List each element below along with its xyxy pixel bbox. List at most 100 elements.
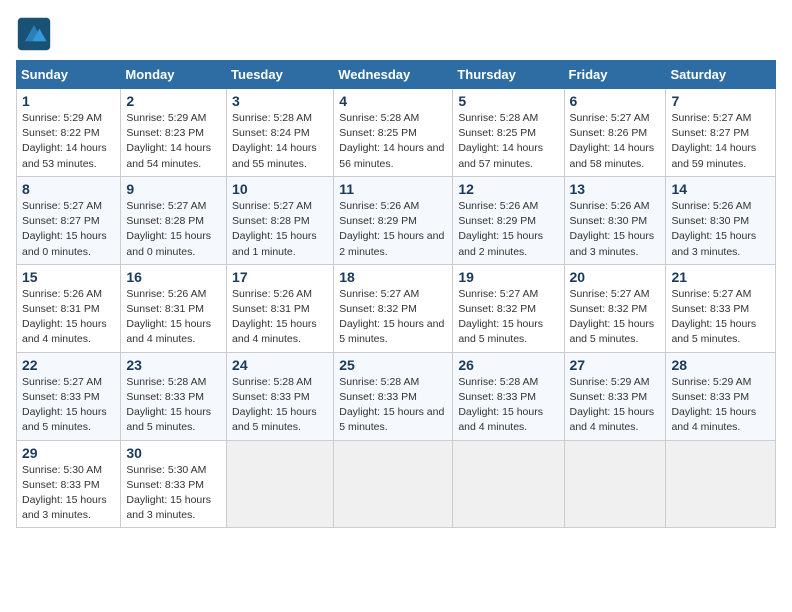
day-cell-6: 6 Sunrise: 5:27 AM Sunset: 8:26 PM Dayli…: [564, 89, 666, 177]
day-info: Sunrise: 5:26 AM Sunset: 8:30 PM Dayligh…: [570, 199, 661, 260]
day-number: 2: [126, 93, 221, 109]
day-number: 6: [570, 93, 661, 109]
day-info: Sunrise: 5:26 AM Sunset: 8:31 PM Dayligh…: [126, 287, 221, 348]
day-cell-30: 30 Sunrise: 5:30 AM Sunset: 8:33 PM Dayl…: [121, 440, 227, 528]
day-cell-11: 11 Sunrise: 5:26 AM Sunset: 8:29 PM Dayl…: [334, 176, 453, 264]
page-header: [16, 16, 776, 52]
day-cell-7: 7 Sunrise: 5:27 AM Sunset: 8:27 PM Dayli…: [666, 89, 776, 177]
day-info: Sunrise: 5:28 AM Sunset: 8:33 PM Dayligh…: [339, 375, 447, 436]
day-info: Sunrise: 5:26 AM Sunset: 8:31 PM Dayligh…: [22, 287, 115, 348]
day-info: Sunrise: 5:28 AM Sunset: 8:33 PM Dayligh…: [232, 375, 328, 436]
day-info: Sunrise: 5:26 AM Sunset: 8:30 PM Dayligh…: [671, 199, 770, 260]
empty-cell: [564, 440, 666, 528]
col-header-saturday: Saturday: [666, 61, 776, 89]
day-number: 25: [339, 357, 447, 373]
day-number: 17: [232, 269, 328, 285]
day-cell-2: 2 Sunrise: 5:29 AM Sunset: 8:23 PM Dayli…: [121, 89, 227, 177]
day-info: Sunrise: 5:29 AM Sunset: 8:23 PM Dayligh…: [126, 111, 221, 172]
week-row-5: 29 Sunrise: 5:30 AM Sunset: 8:33 PM Dayl…: [17, 440, 776, 528]
day-number: 11: [339, 181, 447, 197]
day-info: Sunrise: 5:30 AM Sunset: 8:33 PM Dayligh…: [126, 463, 221, 524]
day-number: 22: [22, 357, 115, 373]
day-cell-23: 23 Sunrise: 5:28 AM Sunset: 8:33 PM Dayl…: [121, 352, 227, 440]
day-cell-22: 22 Sunrise: 5:27 AM Sunset: 8:33 PM Dayl…: [17, 352, 121, 440]
day-info: Sunrise: 5:28 AM Sunset: 8:25 PM Dayligh…: [458, 111, 558, 172]
day-info: Sunrise: 5:27 AM Sunset: 8:32 PM Dayligh…: [458, 287, 558, 348]
day-cell-12: 12 Sunrise: 5:26 AM Sunset: 8:29 PM Dayl…: [453, 176, 564, 264]
day-cell-14: 14 Sunrise: 5:26 AM Sunset: 8:30 PM Dayl…: [666, 176, 776, 264]
empty-cell: [227, 440, 334, 528]
empty-cell: [666, 440, 776, 528]
day-info: Sunrise: 5:27 AM Sunset: 8:32 PM Dayligh…: [570, 287, 661, 348]
day-number: 27: [570, 357, 661, 373]
day-number: 21: [671, 269, 770, 285]
day-cell-15: 15 Sunrise: 5:26 AM Sunset: 8:31 PM Dayl…: [17, 264, 121, 352]
day-number: 20: [570, 269, 661, 285]
day-info: Sunrise: 5:26 AM Sunset: 8:31 PM Dayligh…: [232, 287, 328, 348]
col-header-friday: Friday: [564, 61, 666, 89]
day-cell-13: 13 Sunrise: 5:26 AM Sunset: 8:30 PM Dayl…: [564, 176, 666, 264]
day-number: 23: [126, 357, 221, 373]
day-cell-10: 10 Sunrise: 5:27 AM Sunset: 8:28 PM Dayl…: [227, 176, 334, 264]
day-cell-4: 4 Sunrise: 5:28 AM Sunset: 8:25 PM Dayli…: [334, 89, 453, 177]
day-cell-20: 20 Sunrise: 5:27 AM Sunset: 8:32 PM Dayl…: [564, 264, 666, 352]
day-number: 16: [126, 269, 221, 285]
day-cell-24: 24 Sunrise: 5:28 AM Sunset: 8:33 PM Dayl…: [227, 352, 334, 440]
day-info: Sunrise: 5:27 AM Sunset: 8:26 PM Dayligh…: [570, 111, 661, 172]
day-number: 1: [22, 93, 115, 109]
day-info: Sunrise: 5:27 AM Sunset: 8:28 PM Dayligh…: [126, 199, 221, 260]
week-row-2: 8 Sunrise: 5:27 AM Sunset: 8:27 PM Dayli…: [17, 176, 776, 264]
day-number: 7: [671, 93, 770, 109]
day-number: 3: [232, 93, 328, 109]
day-info: Sunrise: 5:27 AM Sunset: 8:32 PM Dayligh…: [339, 287, 447, 348]
day-number: 18: [339, 269, 447, 285]
day-info: Sunrise: 5:26 AM Sunset: 8:29 PM Dayligh…: [339, 199, 447, 260]
day-cell-21: 21 Sunrise: 5:27 AM Sunset: 8:33 PM Dayl…: [666, 264, 776, 352]
col-header-thursday: Thursday: [453, 61, 564, 89]
day-info: Sunrise: 5:27 AM Sunset: 8:27 PM Dayligh…: [671, 111, 770, 172]
day-cell-28: 28 Sunrise: 5:29 AM Sunset: 8:33 PM Dayl…: [666, 352, 776, 440]
day-number: 28: [671, 357, 770, 373]
day-cell-3: 3 Sunrise: 5:28 AM Sunset: 8:24 PM Dayli…: [227, 89, 334, 177]
day-number: 4: [339, 93, 447, 109]
day-cell-25: 25 Sunrise: 5:28 AM Sunset: 8:33 PM Dayl…: [334, 352, 453, 440]
day-info: Sunrise: 5:28 AM Sunset: 8:33 PM Dayligh…: [126, 375, 221, 436]
day-info: Sunrise: 5:29 AM Sunset: 8:33 PM Dayligh…: [570, 375, 661, 436]
day-cell-17: 17 Sunrise: 5:26 AM Sunset: 8:31 PM Dayl…: [227, 264, 334, 352]
day-number: 30: [126, 445, 221, 461]
day-number: 14: [671, 181, 770, 197]
day-number: 19: [458, 269, 558, 285]
day-cell-29: 29 Sunrise: 5:30 AM Sunset: 8:33 PM Dayl…: [17, 440, 121, 528]
day-info: Sunrise: 5:28 AM Sunset: 8:25 PM Dayligh…: [339, 111, 447, 172]
day-info: Sunrise: 5:27 AM Sunset: 8:33 PM Dayligh…: [671, 287, 770, 348]
day-info: Sunrise: 5:30 AM Sunset: 8:33 PM Dayligh…: [22, 463, 115, 524]
day-number: 12: [458, 181, 558, 197]
logo-icon: [16, 16, 52, 52]
day-cell-16: 16 Sunrise: 5:26 AM Sunset: 8:31 PM Dayl…: [121, 264, 227, 352]
logo: [16, 16, 56, 52]
empty-cell: [334, 440, 453, 528]
day-cell-5: 5 Sunrise: 5:28 AM Sunset: 8:25 PM Dayli…: [453, 89, 564, 177]
day-cell-1: 1 Sunrise: 5:29 AM Sunset: 8:22 PM Dayli…: [17, 89, 121, 177]
day-number: 29: [22, 445, 115, 461]
day-number: 15: [22, 269, 115, 285]
col-header-sunday: Sunday: [17, 61, 121, 89]
day-number: 24: [232, 357, 328, 373]
day-info: Sunrise: 5:26 AM Sunset: 8:29 PM Dayligh…: [458, 199, 558, 260]
day-cell-18: 18 Sunrise: 5:27 AM Sunset: 8:32 PM Dayl…: [334, 264, 453, 352]
week-row-4: 22 Sunrise: 5:27 AM Sunset: 8:33 PM Dayl…: [17, 352, 776, 440]
day-info: Sunrise: 5:28 AM Sunset: 8:33 PM Dayligh…: [458, 375, 558, 436]
day-number: 8: [22, 181, 115, 197]
day-number: 9: [126, 181, 221, 197]
day-info: Sunrise: 5:29 AM Sunset: 8:33 PM Dayligh…: [671, 375, 770, 436]
week-row-1: 1 Sunrise: 5:29 AM Sunset: 8:22 PM Dayli…: [17, 89, 776, 177]
day-number: 10: [232, 181, 328, 197]
col-header-tuesday: Tuesday: [227, 61, 334, 89]
day-info: Sunrise: 5:27 AM Sunset: 8:28 PM Dayligh…: [232, 199, 328, 260]
col-header-wednesday: Wednesday: [334, 61, 453, 89]
day-info: Sunrise: 5:28 AM Sunset: 8:24 PM Dayligh…: [232, 111, 328, 172]
empty-cell: [453, 440, 564, 528]
day-cell-9: 9 Sunrise: 5:27 AM Sunset: 8:28 PM Dayli…: [121, 176, 227, 264]
day-number: 26: [458, 357, 558, 373]
day-number: 13: [570, 181, 661, 197]
